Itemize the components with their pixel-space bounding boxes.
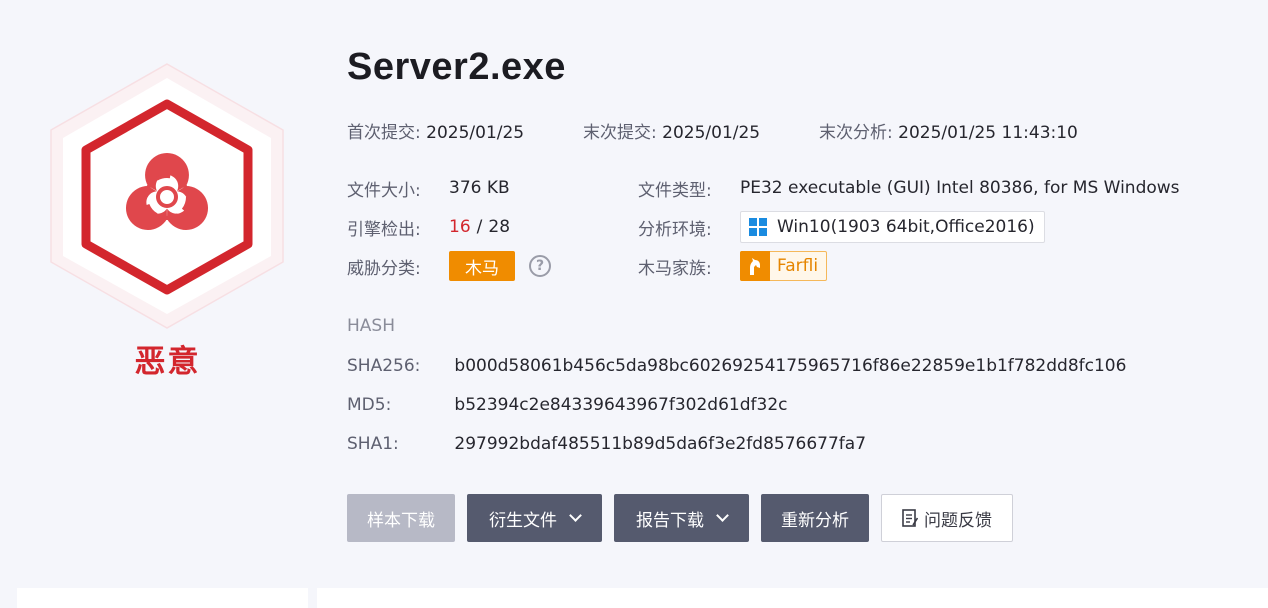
verdict-label: 恶意: [134, 344, 201, 380]
hash-sha1: SHA1: 297992bdaf485511b89d5da6f3e2fd8576…: [347, 434, 866, 458]
verdict-badge: [40, 60, 295, 330]
sha1-value[interactable]: 297992bdaf485511b89d5da6f3e2fd8576677fa7: [454, 434, 866, 454]
engine-label: 引擎检出:: [347, 219, 421, 240]
windows-icon: [749, 218, 767, 236]
file-name-title: Server2.exe: [347, 46, 566, 88]
reanalyze-button[interactable]: 重新分析: [761, 494, 869, 542]
last-analysis: 末次分析: 2025/01/25 11:43:10: [819, 118, 1078, 143]
derived-files-label: 衍生文件: [489, 510, 557, 531]
family-tag[interactable]: Farfli: [740, 251, 828, 281]
chevron-down-icon: [716, 509, 729, 522]
detail-row-size-type: 文件大小: 376 KB 文件类型: PE32 executable (GUI)…: [347, 172, 1247, 204]
env-label: 分析环境:: [638, 219, 712, 240]
md5-value[interactable]: b52394c2e84339643967f302d61df32c: [454, 395, 787, 415]
file-size-value: 376 KB: [449, 178, 510, 198]
report-download-label: 报告下载: [636, 510, 704, 531]
last-submit: 末次提交: 2025/01/25: [583, 118, 760, 143]
last-submit-label: 末次提交:: [583, 123, 657, 143]
file-size: 文件大小: 376 KB: [347, 172, 510, 204]
engine-total-count: 28: [488, 217, 511, 237]
sha1-label: SHA1:: [347, 434, 399, 454]
hash-heading: HASH: [347, 316, 395, 336]
verdict-panel: 恶意: [40, 60, 295, 380]
reanalyze-label: 重新分析: [781, 510, 849, 531]
last-submit-value: 2025/01/25: [662, 123, 761, 143]
bottom-card-right: [317, 588, 1268, 608]
first-submit-label: 首次提交:: [347, 123, 421, 143]
engine-detected-count: 16: [449, 217, 471, 237]
detail-row-engine-env: 引擎检出: 16 / 28 分析环境: Win10(1903 64bit,Off…: [347, 211, 1247, 243]
first-submit-value: 2025/01/25: [426, 123, 525, 143]
engine-detection: 引擎检出: 16 / 28: [347, 211, 510, 243]
trojan-horse-icon: [740, 251, 770, 281]
detail-row-threat-family: 威胁分类: 木马 ? 木马家族: Farfli: [347, 250, 1247, 282]
question-circle-icon[interactable]: ?: [529, 255, 551, 277]
analysis-environment: 分析环境: Win10(1903 64bit,Office2016): [638, 211, 1045, 243]
file-type-value: PE32 executable (GUI) Intel 80386, for M…: [740, 178, 1180, 198]
md5-label: MD5:: [347, 395, 392, 415]
sample-download-label: 样本下载: [367, 510, 435, 531]
chevron-down-icon: [569, 509, 582, 522]
report-download-button[interactable]: 报告下载: [614, 494, 749, 542]
trojan-family: 木马家族: Farfli: [638, 250, 828, 282]
last-analysis-value: 2025/01/25 11:43:10: [898, 123, 1078, 143]
feedback-label: 问题反馈: [924, 510, 992, 531]
env-badge: Win10(1903 64bit,Office2016): [740, 211, 1045, 243]
family-label: 木马家族:: [638, 258, 712, 279]
threat-category: 威胁分类: 木马 ?: [347, 250, 551, 282]
engine-separator: /: [476, 217, 483, 237]
bottom-card-left: [17, 588, 308, 608]
family-value: Farfli: [777, 256, 819, 276]
file-info-panel: Server2.exe 首次提交: 2025/01/25 末次提交: 2025/…: [347, 0, 1267, 580]
sha256-value[interactable]: b000d58061b456c5da98bc60269254175965716f…: [454, 356, 1126, 376]
feedback-icon: [902, 509, 918, 527]
threat-tag[interactable]: 木马: [449, 251, 515, 281]
action-bar: 样本下载 衍生文件 报告下载 重新分析 问题反馈: [347, 494, 1247, 542]
file-size-label: 文件大小:: [347, 180, 421, 201]
sha256-label: SHA256:: [347, 356, 421, 376]
env-value: Win10(1903 64bit,Office2016): [777, 217, 1035, 237]
threat-label: 威胁分类:: [347, 258, 421, 279]
first-submit: 首次提交: 2025/01/25: [347, 118, 524, 143]
hash-sha256: SHA256: b000d58061b456c5da98bc6026925417…: [347, 356, 1126, 380]
hash-md5: MD5: b52394c2e84339643967f302d61df32c: [347, 395, 787, 419]
file-type: 文件类型: PE32 executable (GUI) Intel 80386,…: [638, 172, 1180, 204]
sample-download-button[interactable]: 样本下载: [347, 494, 455, 542]
biohazard-icon: [50, 63, 284, 329]
file-type-label: 文件类型:: [638, 180, 712, 201]
derived-files-button[interactable]: 衍生文件: [467, 494, 602, 542]
feedback-button[interactable]: 问题反馈: [881, 494, 1013, 542]
sample-report-page: 恶意 Server2.exe 首次提交: 2025/01/25 末次提交: 20…: [0, 0, 1268, 608]
last-analysis-label: 末次分析:: [819, 123, 893, 143]
